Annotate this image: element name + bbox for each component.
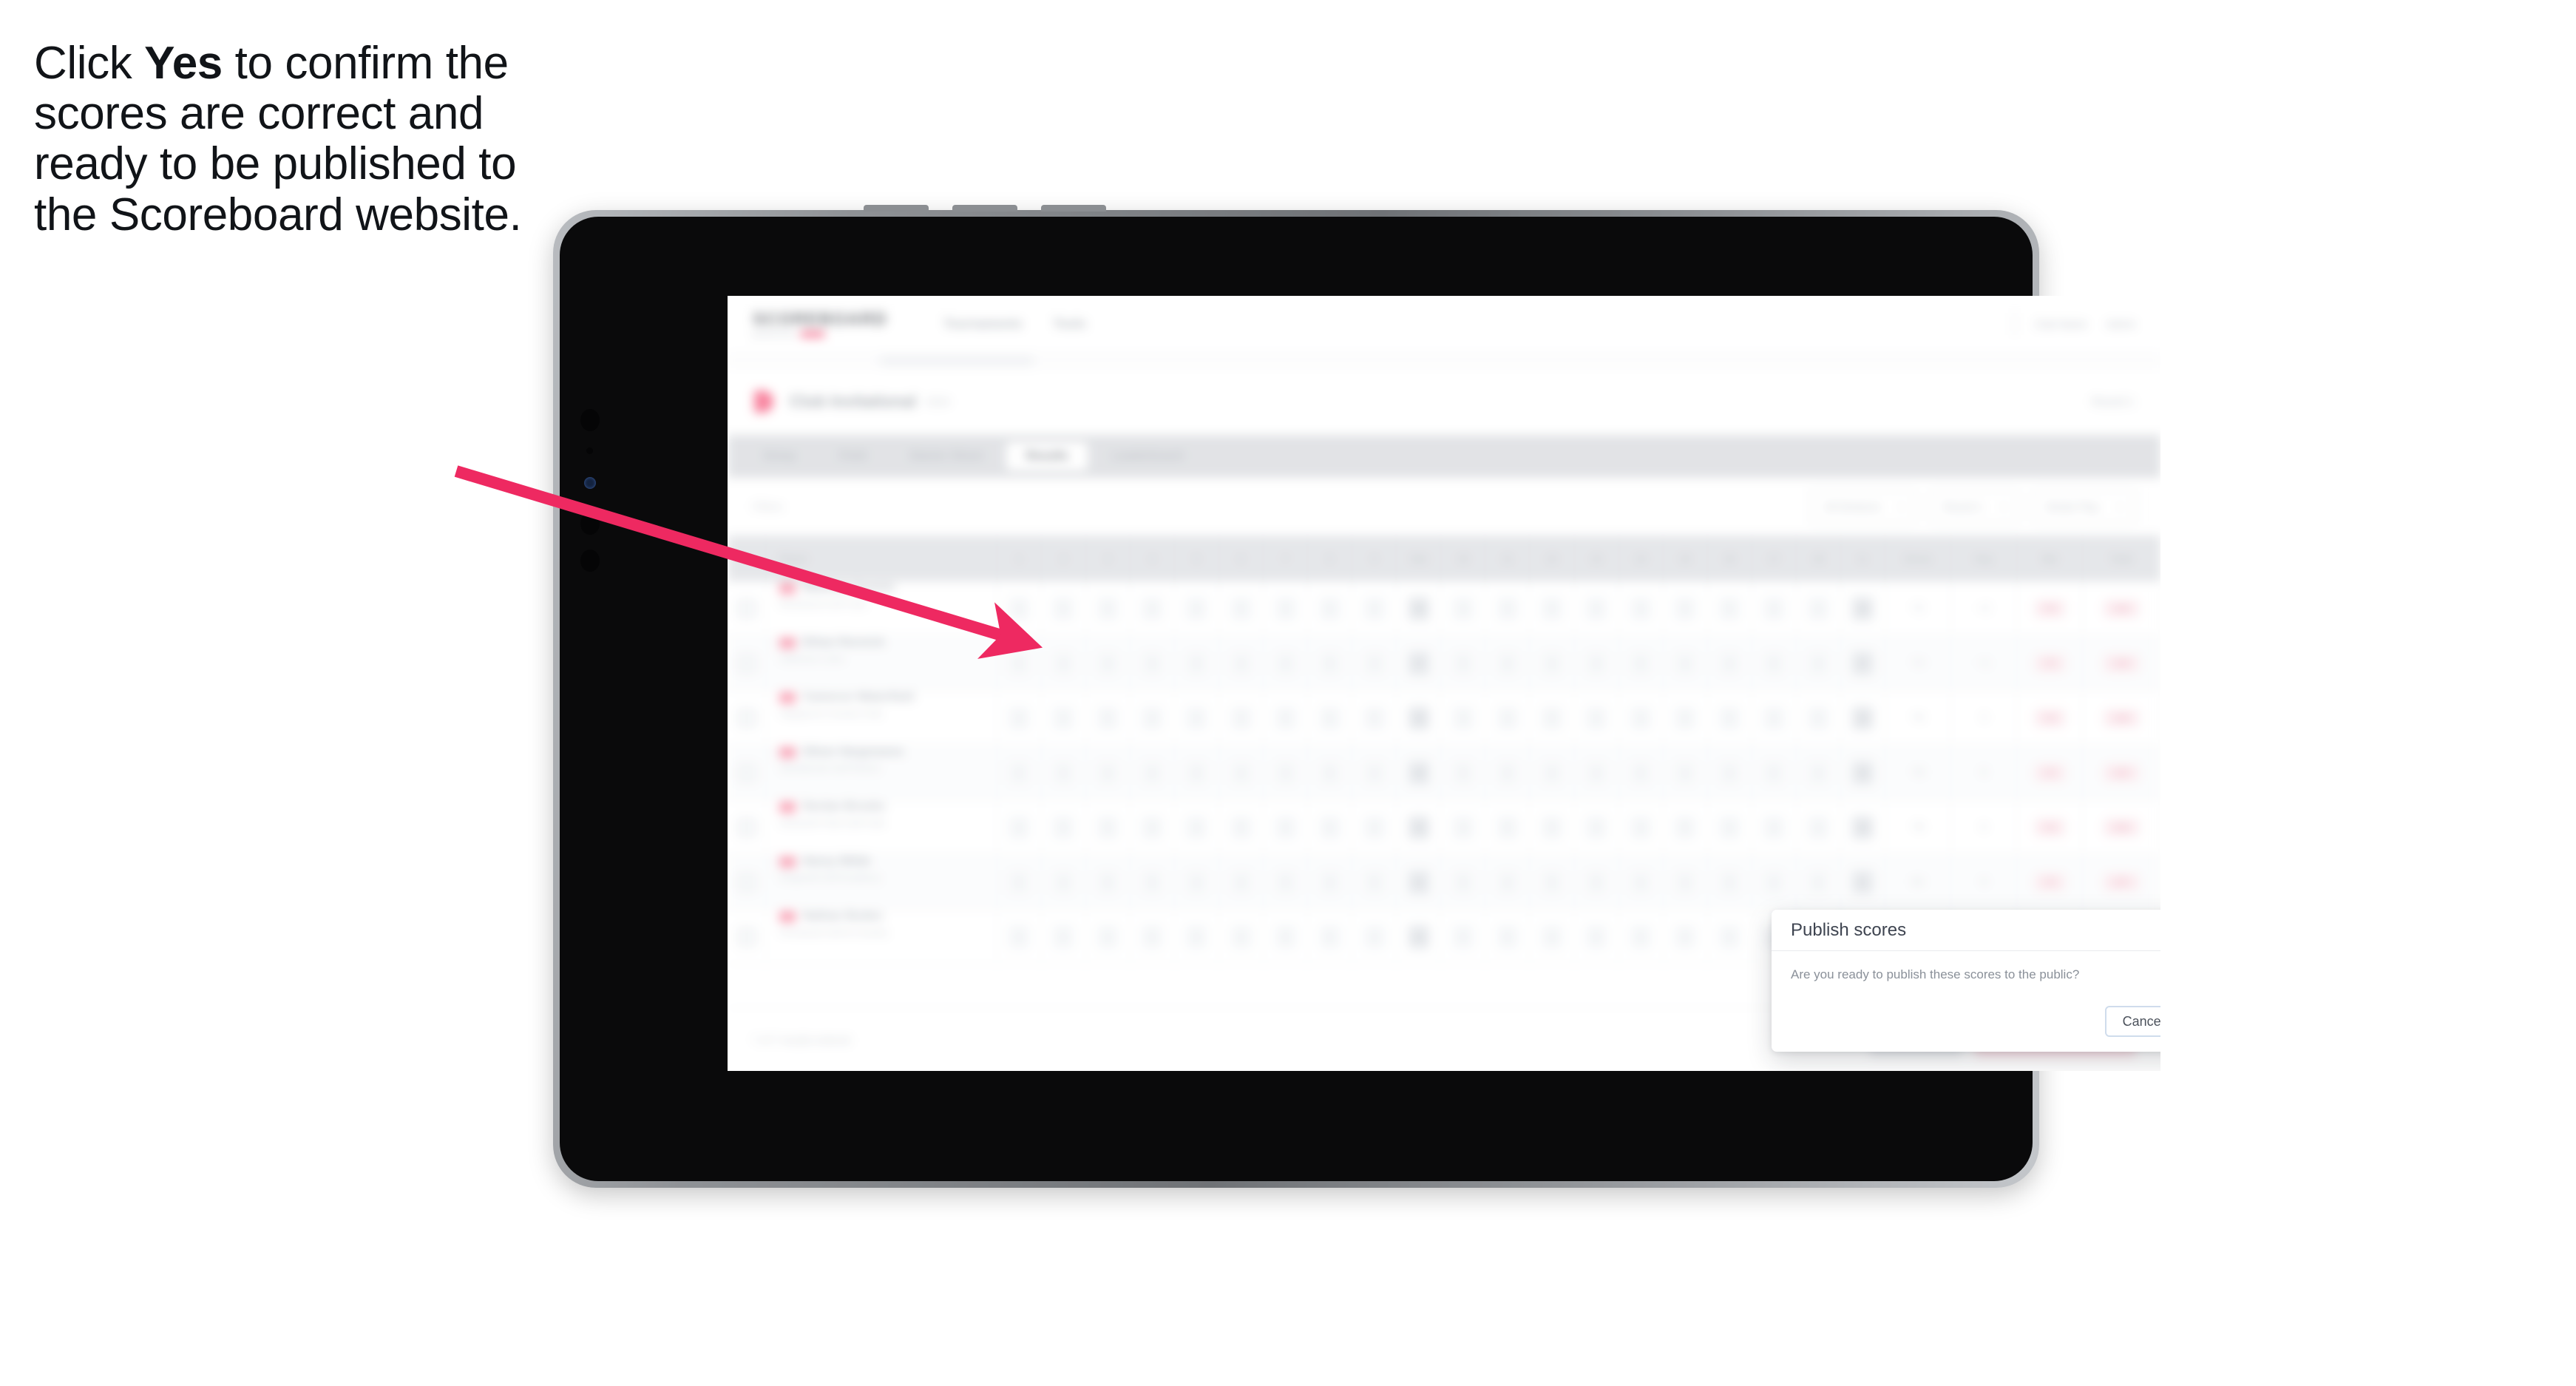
indicator-light-icon	[584, 477, 596, 489]
instruction-caption: Click Yes to confirm the scores are corr…	[34, 38, 566, 240]
dialog-title: Publish scores	[1791, 919, 1907, 940]
tablet-top-button-3	[1041, 205, 1106, 212]
tablet-screen: SCOREBOARD powered by Tournaments Tools …	[728, 296, 2160, 1071]
camera-icon	[580, 409, 600, 431]
tablet-device: SCOREBOARD powered by Tournaments Tools …	[553, 205, 2160, 1188]
publish-scores-dialog: Publish scores Are you ready to publish …	[1772, 910, 2160, 1052]
sensor-dot-icon	[586, 447, 593, 454]
speaker-hole-icon	[580, 513, 600, 535]
tablet-top-button-2	[952, 205, 1017, 212]
cancel-button[interactable]: Cancel	[2104, 1006, 2160, 1037]
dialog-header: Publish scores	[1772, 910, 2160, 951]
caption-before: Click	[34, 38, 145, 89]
caption-bold-yes: Yes	[144, 38, 223, 89]
dialog-body: Are you ready to publish these scores to…	[1772, 951, 2160, 982]
tablet-top-button-1	[864, 205, 929, 212]
dialog-actions: Cancel Yes	[2104, 1006, 2160, 1037]
dialog-message: Are you ready to publish these scores to…	[1791, 967, 2080, 981]
speaker-hole-2-icon	[580, 550, 600, 572]
